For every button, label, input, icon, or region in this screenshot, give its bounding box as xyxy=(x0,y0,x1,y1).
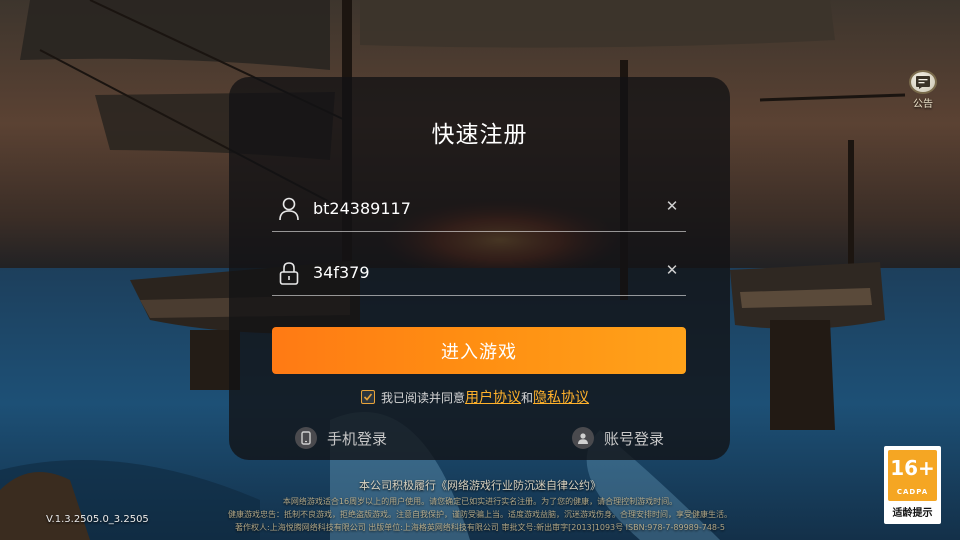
account-login-button[interactable]: 账号登录 xyxy=(572,426,664,450)
phone-login-button[interactable]: 手机登录 xyxy=(295,426,387,450)
age-notice-text: 本网络游戏适合16周岁以上的用户使用。请您确定已如实进行实名注册。为了您的健康，… xyxy=(282,497,678,506)
checkmark-icon xyxy=(363,393,373,401)
clear-username-icon[interactable]: ✕ xyxy=(664,198,680,214)
dialog-title: 快速注册 xyxy=(431,122,528,148)
agreement-prefix: 我已阅读并同意 xyxy=(381,390,466,405)
agreement-connector: 和 xyxy=(521,390,534,405)
privacy-policy-link[interactable]: 隐私协议 xyxy=(533,387,589,407)
phone-login-label: 手机登录 xyxy=(327,429,388,448)
announcement-label: 公告 xyxy=(913,99,933,110)
age-rating-badge[interactable]: 16+ CADPA 适龄提示 xyxy=(884,446,941,524)
password-input[interactable] xyxy=(313,259,643,285)
agreement-checkbox[interactable] xyxy=(361,390,375,404)
user-icon xyxy=(278,197,300,221)
user-agreement-link[interactable]: 用户协议 xyxy=(465,387,521,407)
phone-icon xyxy=(295,427,317,449)
lock-icon xyxy=(278,261,300,285)
agreement-row: 我已阅读并同意 用户协议 和 隐私协议 xyxy=(361,388,589,406)
announcement-button[interactable]: 公告 xyxy=(904,70,942,110)
clear-password-icon[interactable]: ✕ xyxy=(664,262,680,278)
quick-register-dialog: 快速注册 ✕ ✕ 进入游戏 我已阅读并同意 用户协议 xyxy=(229,77,730,460)
announcement-icon xyxy=(909,70,937,94)
anti-addiction-statement: 本公司积极履行《网络游戏行业防沉迷自律公约》 xyxy=(359,479,601,492)
age-rating-number: 16+ xyxy=(890,456,935,480)
username-input[interactable] xyxy=(313,195,643,221)
age-rating-org: CADPA xyxy=(896,488,929,496)
account-login-label: 账号登录 xyxy=(604,429,665,448)
enter-game-button[interactable]: 进入游戏 xyxy=(272,327,686,374)
age-rating-plate: 16+ CADPA xyxy=(888,450,937,501)
age-rating-tip: 适龄提示 xyxy=(892,508,933,519)
account-icon xyxy=(572,427,594,449)
version-label: V.1.3.2505.0_3.2505 xyxy=(46,514,149,525)
password-field: ✕ xyxy=(272,247,686,296)
username-field: ✕ xyxy=(272,183,686,232)
